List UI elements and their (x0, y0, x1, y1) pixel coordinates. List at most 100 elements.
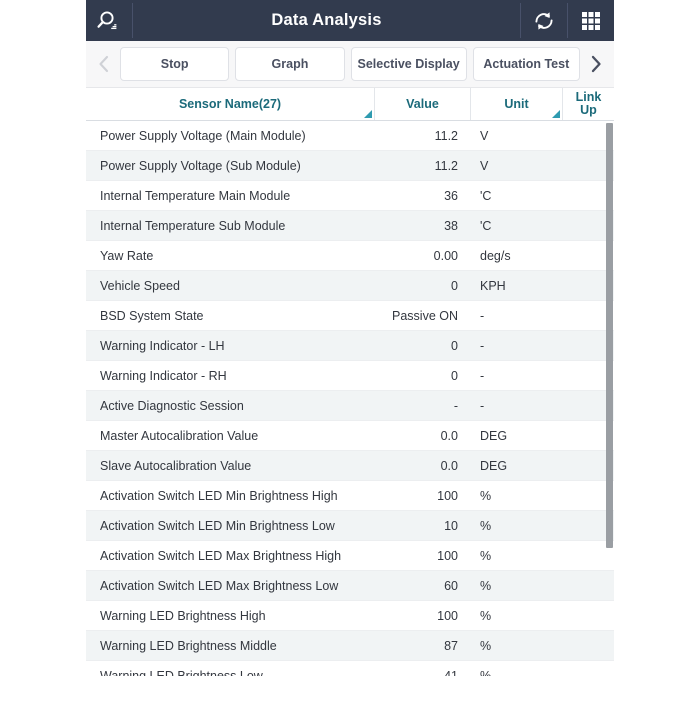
sensor-name-cell: Slave Autocalibration Value (86, 459, 374, 473)
table-row[interactable]: Internal Temperature Main Module36'C (86, 181, 614, 211)
chevron-left-icon (97, 54, 111, 74)
sensor-value-cell: 11.2 (374, 129, 470, 143)
sensor-name-cell: Internal Temperature Main Module (86, 189, 374, 203)
page-title: Data Analysis (133, 0, 520, 41)
grid-menu-icon (580, 10, 602, 32)
sensor-value-cell: 87 (374, 639, 470, 653)
sensor-value-cell: 38 (374, 219, 470, 233)
sensor-name-cell: Activation Switch LED Min Brightness Hig… (86, 489, 374, 503)
table-row[interactable]: Activation Switch LED Max Brightness Hig… (86, 541, 614, 571)
sensor-name-cell: Power Supply Voltage (Main Module) (86, 129, 374, 143)
sensor-name-cell: BSD System State (86, 309, 374, 323)
sensor-name-cell: Activation Switch LED Max Brightness Hig… (86, 549, 374, 563)
column-header-value[interactable]: Value (374, 88, 470, 120)
sensor-name-cell: Vehicle Speed (86, 279, 374, 293)
refresh-button[interactable] (521, 0, 567, 41)
table-row[interactable]: Active Diagnostic Session-- (86, 391, 614, 421)
graph-button[interactable]: Graph (235, 47, 344, 81)
sensor-unit-cell: KPH (470, 279, 562, 293)
sensor-unit-cell: % (470, 519, 562, 533)
table-row[interactable]: Power Supply Voltage (Main Module)11.2V (86, 121, 614, 151)
sensor-value-cell: 100 (374, 549, 470, 563)
sensor-unit-cell: - (470, 369, 562, 383)
table-row[interactable]: Slave Autocalibration Value0.0DEG (86, 451, 614, 481)
table-row[interactable]: Yaw Rate0.00deg/s (86, 241, 614, 271)
sort-triangle-icon (364, 110, 372, 118)
sensor-unit-cell: - (470, 399, 562, 413)
sensor-unit-cell: 'C (470, 219, 562, 233)
sensor-unit-cell: - (470, 339, 562, 353)
sensor-value-cell: 0 (374, 339, 470, 353)
sensor-name-cell: Active Diagnostic Session (86, 399, 374, 413)
sensor-value-cell: 100 (374, 489, 470, 503)
sensor-name-cell: Warning Indicator - LH (86, 339, 374, 353)
sensor-unit-cell: % (470, 489, 562, 503)
column-header-unit-label: Unit (504, 97, 528, 111)
sensor-unit-cell: - (470, 309, 562, 323)
sensor-value-cell: 11.2 (374, 159, 470, 173)
sensor-name-cell: Activation Switch LED Max Brightness Low (86, 579, 374, 593)
column-header-link-up[interactable]: Link Up (562, 88, 614, 120)
sensor-unit-cell: % (470, 579, 562, 593)
sensor-unit-cell: DEG (470, 459, 562, 473)
sensor-value-cell: 0.0 (374, 459, 470, 473)
sensor-value-cell: 41 (374, 669, 470, 677)
table-row[interactable]: Internal Temperature Sub Module38'C (86, 211, 614, 241)
vertical-scrollbar[interactable] (605, 121, 614, 676)
table-row[interactable]: Warning LED Brightness Low41% (86, 661, 614, 676)
sensor-list: Power Supply Voltage (Main Module)11.2VP… (86, 121, 614, 676)
sensor-name-cell: Internal Temperature Sub Module (86, 219, 374, 233)
sensor-value-cell: 0.00 (374, 249, 470, 263)
column-header-sensor-name-label: Sensor Name(27) (179, 97, 281, 111)
table-row[interactable]: Activation Switch LED Max Brightness Low… (86, 571, 614, 601)
sensor-value-cell: 60 (374, 579, 470, 593)
table-header: Sensor Name(27) Value Unit Link Up (86, 88, 614, 121)
table-row[interactable]: Warning LED Brightness High100% (86, 601, 614, 631)
prev-page-button[interactable] (91, 47, 117, 81)
sensor-unit-cell: V (470, 159, 562, 173)
table-row[interactable]: Warning Indicator - RH0- (86, 361, 614, 391)
column-header-value-label: Value (406, 97, 439, 111)
sensor-name-cell: Power Supply Voltage (Sub Module) (86, 159, 374, 173)
scrollbar-thumb[interactable] (606, 123, 613, 548)
sensor-name-cell: Warning LED Brightness Low (86, 669, 374, 677)
titlebar: Data Analysis (86, 0, 614, 41)
next-page-button[interactable] (583, 47, 609, 81)
sensor-unit-cell: DEG (470, 429, 562, 443)
table-row[interactable]: Warning Indicator - LH0- (86, 331, 614, 361)
sensor-name-cell: Warning LED Brightness Middle (86, 639, 374, 653)
column-header-link-up-line2: Up (576, 104, 602, 117)
sensor-unit-cell: 'C (470, 189, 562, 203)
chevron-right-icon (589, 54, 603, 74)
sensor-name-cell: Warning Indicator - RH (86, 369, 374, 383)
table-row[interactable]: BSD System StatePassive ON- (86, 301, 614, 331)
sensor-value-cell: 36 (374, 189, 470, 203)
stop-button[interactable]: Stop (120, 47, 229, 81)
sensor-value-cell: 100 (374, 609, 470, 623)
sensor-value-cell: 0 (374, 369, 470, 383)
sensor-unit-cell: V (470, 129, 562, 143)
table-row[interactable]: Master Autocalibration Value0.0DEG (86, 421, 614, 451)
actuation-test-button[interactable]: Actuation Test (473, 47, 580, 81)
sensor-name-cell: Yaw Rate (86, 249, 374, 263)
table-row[interactable]: Activation Switch LED Min Brightness Hig… (86, 481, 614, 511)
table-row[interactable]: Power Supply Voltage (Sub Module)11.2V (86, 151, 614, 181)
sensor-unit-cell: % (470, 549, 562, 563)
toolbar: Stop Graph Selective Display Actuation T… (86, 41, 614, 88)
table-row[interactable]: Activation Switch LED Min Brightness Low… (86, 511, 614, 541)
sensor-unit-cell: % (470, 639, 562, 653)
sensor-value-cell: - (374, 399, 470, 413)
column-header-unit[interactable]: Unit (470, 88, 562, 120)
sensor-unit-cell: % (470, 669, 562, 677)
search-magnifier-icon (96, 8, 122, 34)
table-row[interactable]: Warning LED Brightness Middle87% (86, 631, 614, 661)
grid-menu-button[interactable] (568, 0, 614, 41)
search-icon-button[interactable] (86, 0, 132, 41)
table-row[interactable]: Vehicle Speed0KPH (86, 271, 614, 301)
column-header-sensor-name[interactable]: Sensor Name(27) (86, 88, 374, 120)
refresh-sync-icon (532, 9, 556, 33)
selective-display-button[interactable]: Selective Display (351, 47, 467, 81)
sensor-name-cell: Master Autocalibration Value (86, 429, 374, 443)
sensor-value-cell: 10 (374, 519, 470, 533)
sensor-value-cell: 0 (374, 279, 470, 293)
